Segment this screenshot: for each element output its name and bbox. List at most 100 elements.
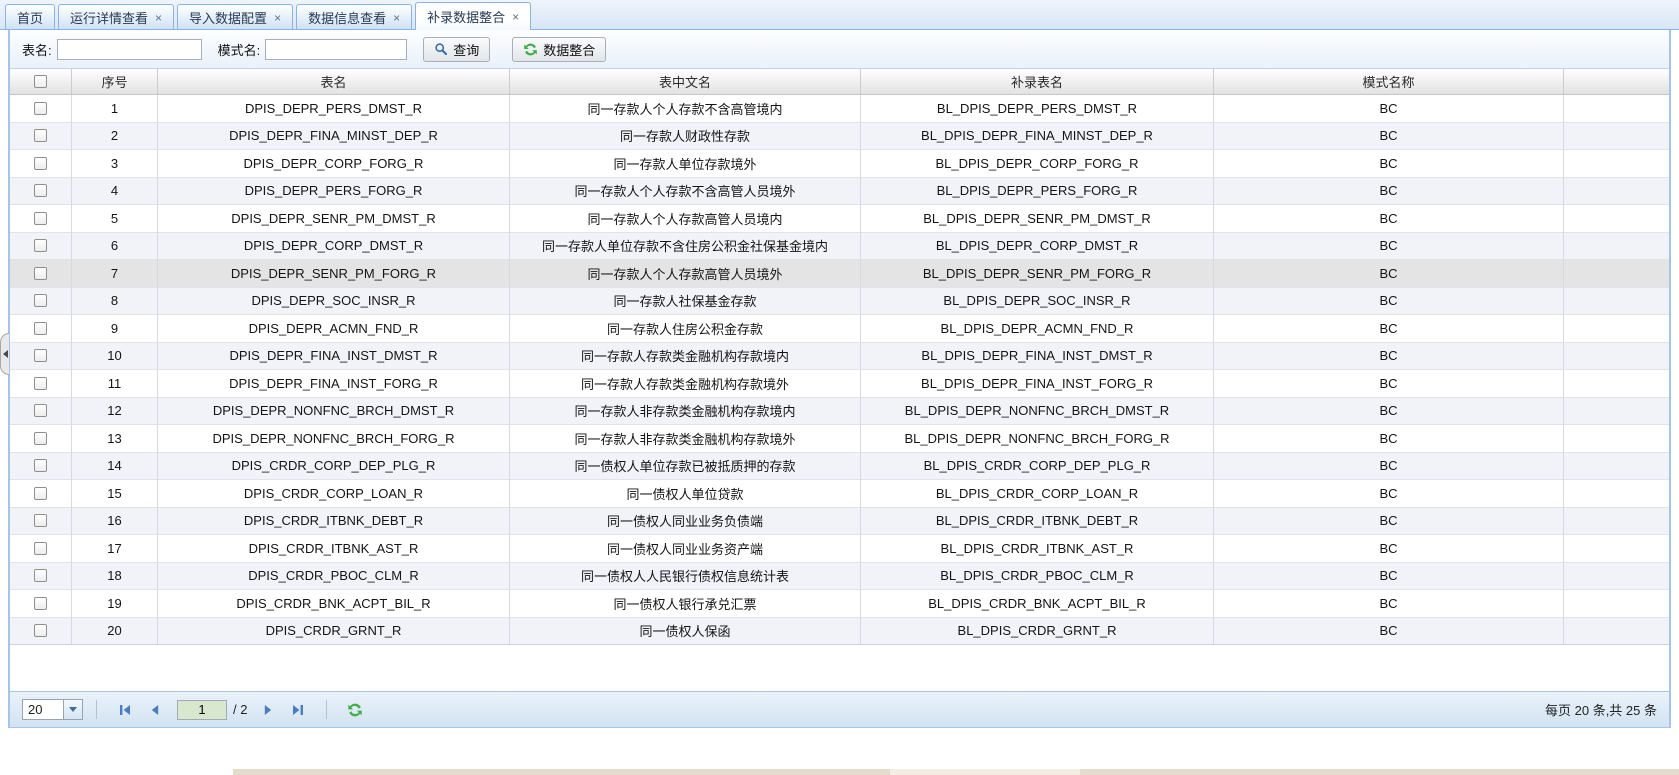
table-row[interactable]: 15DPIS_CRDR_CORP_LOAN_R同一债权人单位贷款BL_DPIS_… [10,480,1669,508]
row-checkbox[interactable] [34,322,47,335]
cell-schema: BC [1214,233,1564,261]
prev-page-button[interactable] [145,700,165,720]
separator [326,700,327,719]
row-checkbox-cell [10,95,72,123]
table-row[interactable]: 13DPIS_DEPR_NONFNC_BRCH_FORG_R同一存款人非存款类金… [10,425,1669,453]
total-pages-label: / 2 [233,702,247,717]
row-checkbox[interactable] [34,349,47,362]
row-checkbox[interactable] [34,102,47,115]
cell-bl_table_name: BL_DPIS_DEPR_PERS_FORG_R [861,178,1214,206]
tab-1[interactable]: 首页 [5,4,55,29]
cell-table_name: DPIS_DEPR_NONFNC_BRCH_DMST_R [158,398,510,426]
tab-3[interactable]: 导入数据配置× [177,4,293,29]
cell-table_name: DPIS_DEPR_CORP_DMST_R [158,233,510,261]
column-header-cn[interactable]: 表中文名 [510,69,861,94]
cell-schema: BC [1214,425,1564,453]
table-row[interactable]: 16DPIS_CRDR_ITBNK_DEBT_R同一债权人同业业务负债端BL_D… [10,508,1669,536]
column-header-table[interactable]: 表名 [158,69,510,94]
row-checkbox[interactable] [34,239,47,252]
cell-seq: 11 [72,370,158,398]
window-edge-strip-light [890,769,1080,775]
cell-filler [1564,205,1669,233]
row-checkbox[interactable] [34,267,47,280]
table-row[interactable]: 1DPIS_DEPR_PERS_DMST_R同一存款人个人存款不含高管境内BL_… [10,95,1669,123]
table-row[interactable]: 7DPIS_DEPR_SENR_PM_FORG_R同一存款人个人存款高管人员境外… [10,260,1669,288]
row-checkbox[interactable] [34,184,47,197]
table-row[interactable]: 9DPIS_DEPR_ACMN_FND_R同一存款人住房公积金存款BL_DPIS… [10,315,1669,343]
table-name-input[interactable] [57,39,202,60]
sidebar-collapse-handle[interactable] [0,333,9,375]
table-row[interactable]: 14DPIS_CRDR_CORP_DEP_PLG_R同一债权人单位存款已被抵质押… [10,453,1669,481]
table-row[interactable]: 19DPIS_CRDR_BNK_ACPT_BIL_R同一债权人银行承兑汇票BL_… [10,590,1669,618]
row-checkbox[interactable] [34,212,47,225]
query-button[interactable]: 查询 [423,37,490,62]
row-checkbox[interactable] [34,624,47,637]
tab-close-icon[interactable]: × [274,12,281,24]
table-row[interactable]: 2DPIS_DEPR_FINA_MINST_DEP_R同一存款人财政性存款BL_… [10,123,1669,151]
cell-cn_name: 同一存款人个人存款不含高管人员境外 [510,178,861,206]
next-page-button[interactable] [258,700,278,720]
row-checkbox-cell [10,178,72,206]
cell-cn_name: 同一存款人财政性存款 [510,123,861,151]
cell-cn_name: 同一债权人保函 [510,618,861,646]
cell-bl_table_name: BL_DPIS_DEPR_FINA_INST_DMST_R [861,343,1214,371]
grid-header: 序号 表名 表中文名 补录表名 模式名称 [10,69,1669,95]
row-checkbox[interactable] [34,542,47,555]
row-checkbox[interactable] [34,597,47,610]
row-checkbox[interactable] [34,377,47,390]
table-row[interactable]: 11DPIS_DEPR_FINA_INST_FORG_R同一存款人存款类金融机构… [10,370,1669,398]
table-row[interactable]: 3DPIS_DEPR_CORP_FORG_R同一存款人单位存款境外BL_DPIS… [10,150,1669,178]
table-row[interactable]: 20DPIS_CRDR_GRNT_R同一债权人保函BL_DPIS_CRDR_GR… [10,618,1669,646]
page-size-dropdown-button[interactable] [63,700,82,719]
select-all-checkbox[interactable] [34,75,47,88]
tab-4[interactable]: 数据信息查看 × [296,4,412,29]
table-row[interactable]: 8DPIS_DEPR_SOC_INSR_R同一存款人社保基金存款BL_DPIS_… [10,288,1669,316]
column-header-seq[interactable]: 序号 [72,69,158,94]
cell-seq: 15 [72,480,158,508]
tab-close-icon[interactable]: × [512,11,519,23]
cell-filler [1564,508,1669,536]
table-row[interactable]: 4DPIS_DEPR_PERS_FORG_R同一存款人个人存款不含高管人员境外B… [10,178,1669,206]
table-row[interactable]: 18DPIS_CRDR_PBOC_CLM_R同一债权人人民银行债权信息统计表BL… [10,563,1669,591]
row-checkbox-cell [10,260,72,288]
cell-filler [1564,590,1669,618]
table-name-label: 表名: [22,40,52,59]
cell-filler [1564,453,1669,481]
cell-filler [1564,535,1669,563]
current-page-input[interactable] [177,700,227,720]
cell-schema: BC [1214,590,1564,618]
table-row[interactable]: 10DPIS_DEPR_FINA_INST_DMST_R同一存款人存款类金融机构… [10,343,1669,371]
tab-close-icon[interactable]: × [393,12,400,24]
row-checkbox[interactable] [34,514,47,527]
row-checkbox-cell [10,618,72,646]
page-size-select[interactable]: 20 [22,699,83,720]
row-checkbox-cell [10,480,72,508]
schema-name-input[interactable] [265,39,407,60]
first-page-button[interactable] [115,700,135,720]
row-checkbox[interactable] [34,459,47,472]
table-row[interactable]: 5DPIS_DEPR_SENR_PM_DMST_R同一存款人个人存款高管人员境内… [10,205,1669,233]
cell-seq: 3 [72,150,158,178]
table-row[interactable]: 12DPIS_DEPR_NONFNC_BRCH_DMST_R同一存款人非存款类金… [10,398,1669,426]
row-checkbox-cell [10,425,72,453]
row-checkbox[interactable] [34,294,47,307]
cell-bl_table_name: BL_DPIS_DEPR_SENR_PM_FORG_R [861,260,1214,288]
row-checkbox[interactable] [34,569,47,582]
row-checkbox[interactable] [34,129,47,142]
row-checkbox[interactable] [34,432,47,445]
column-header-schema[interactable]: 模式名称 [1214,69,1564,94]
row-checkbox[interactable] [34,157,47,170]
column-header-bl[interactable]: 补录表名 [861,69,1214,94]
tab-close-icon[interactable]: × [155,12,162,24]
tab-2[interactable]: 运行详情查看× [58,4,174,29]
tab-label: 数据信息查看 [308,8,386,27]
refresh-page-button[interactable] [345,700,365,720]
table-row[interactable]: 6DPIS_DEPR_CORP_DMST_R同一存款人单位存款不含住房公积金社保… [10,233,1669,261]
row-checkbox[interactable] [34,487,47,500]
row-checkbox[interactable] [34,404,47,417]
tab-5[interactable]: 补录数据整合× [415,2,531,30]
table-row[interactable]: 17DPIS_CRDR_ITBNK_AST_R同一债权人同业业务资产端BL_DP… [10,535,1669,563]
data-integrate-button[interactable]: 数据整合 [512,37,606,62]
last-page-button[interactable] [288,700,308,720]
cell-table_name: DPIS_DEPR_ACMN_FND_R [158,315,510,343]
